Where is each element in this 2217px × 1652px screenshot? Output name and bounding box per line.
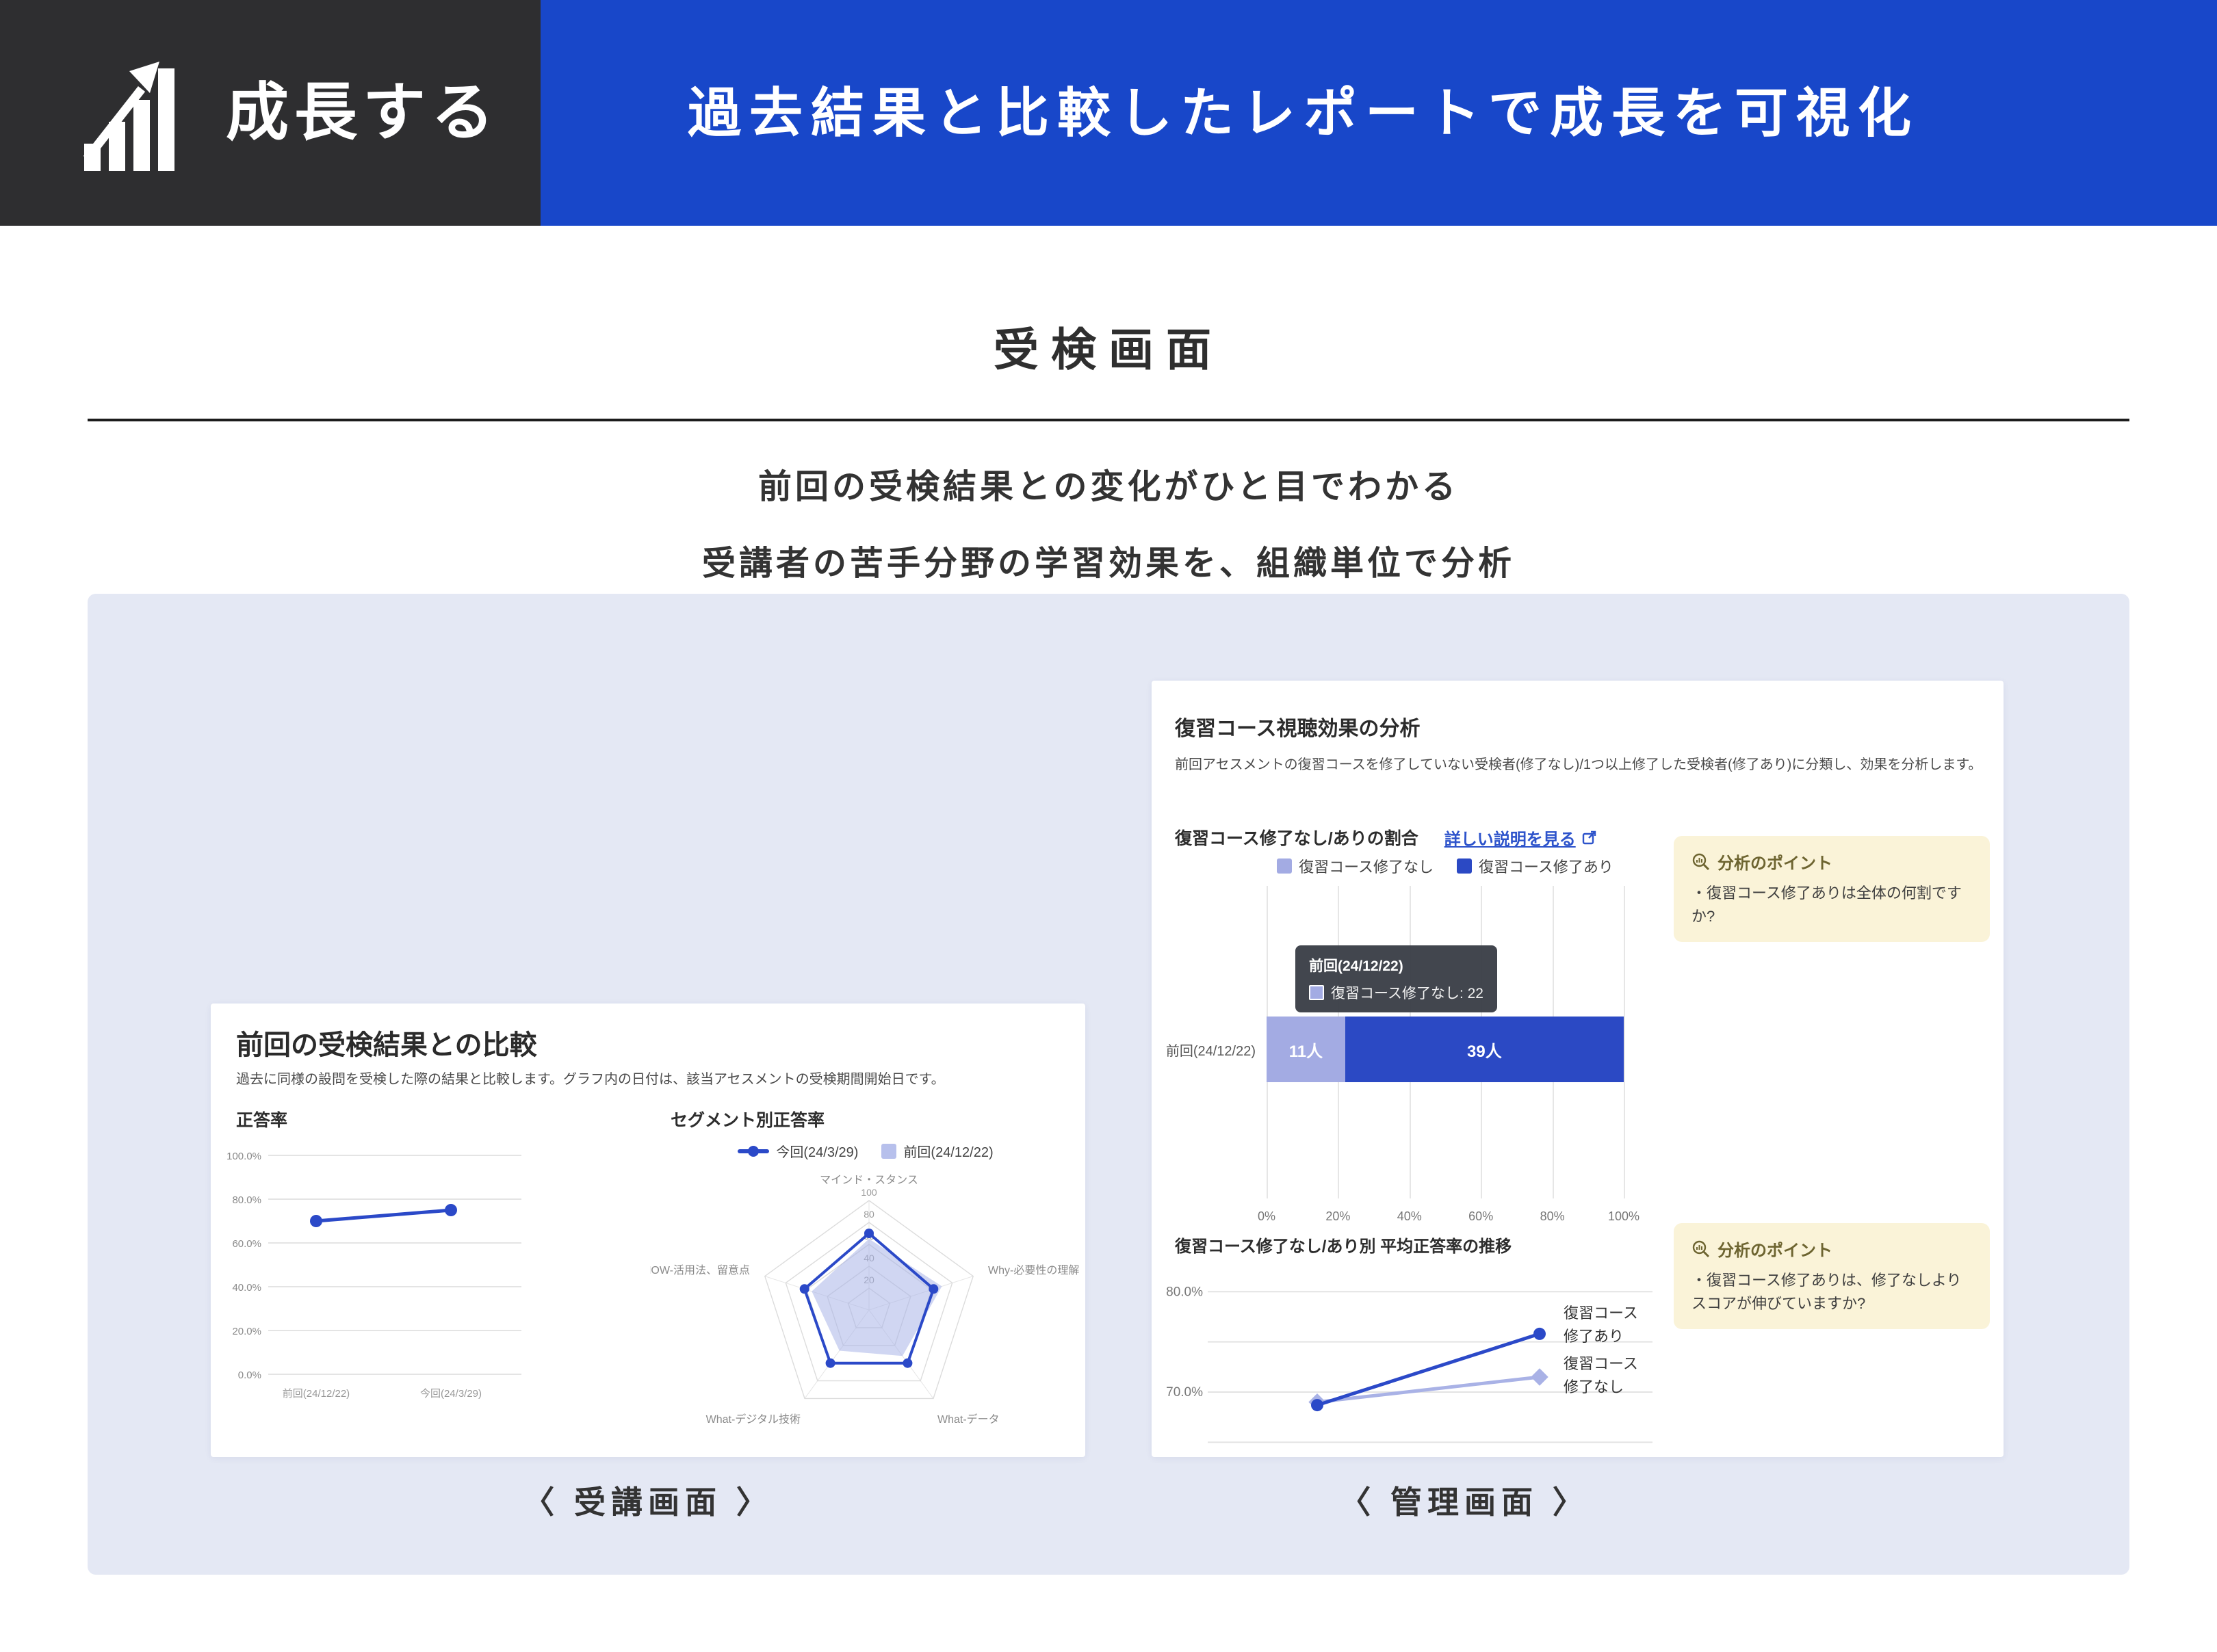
details-link[interactable]: 詳しい説明を見る <box>1444 826 1598 850</box>
bar-legend: 復習コース修了なし 復習コース修了あり <box>1267 855 1624 877</box>
svg-text:0.0%: 0.0% <box>238 1369 261 1381</box>
svg-text:復習コース: 復習コース <box>1564 1355 1638 1372</box>
svg-text:マインド・スタンス: マインド・スタンス <box>820 1174 918 1186</box>
svg-text:100.0%: 100.0% <box>226 1151 261 1162</box>
subtitle-line-1: 前回の受検結果との変化がひと目でわかる <box>0 460 2217 508</box>
title-divider <box>88 419 2129 421</box>
analysis-box-2-bullet: ・復習コース修了ありは、修了なしよりスコアが伸びていますか? <box>1691 1269 1972 1315</box>
svg-text:80.0%: 80.0% <box>1166 1285 1203 1299</box>
segment-radar-chart: 20406080100マインド・スタンスWhy-必要性の理解What-データWh… <box>650 1129 1081 1457</box>
square-marker-icon <box>1277 858 1292 874</box>
bar-x-tick: 40% <box>1397 1209 1422 1224</box>
admin-card-title: 復習コース視聴効果の分析 <box>1175 711 1421 742</box>
student-card-description: 過去に同様の設問を受検した際の結果と比較します。グラフ内の日付は、該当アセスメン… <box>236 1067 1057 1092</box>
bar-gridline <box>1624 886 1625 1198</box>
subtitle-line-2: 受講者の苦手分野の学習効果を、組織単位で分析 <box>0 536 2217 585</box>
svg-text:70.0%: 70.0% <box>1166 1385 1203 1400</box>
segment-chart-title: セグメント別正答率 <box>671 1107 825 1131</box>
svg-text:修了なし: 修了なし <box>1564 1378 1624 1395</box>
square-marker-icon <box>1457 858 1472 874</box>
bar-x-tick: 100% <box>1608 1209 1639 1224</box>
analysis-box-2: 分析のポイント ・復習コース修了ありは、修了なしよりスコアが伸びていますか? <box>1674 1223 1990 1329</box>
svg-text:What-データ: What-データ <box>937 1413 1000 1426</box>
bar-tooltip-value: 復習コース修了なし: 22 <box>1331 982 1483 1003</box>
ratio-section-row: 復習コース修了なし/ありの割合 詳しい説明を見る <box>1175 825 1598 850</box>
bar-tooltip: 前回(24/12/22) 復習コース修了なし: 22 <box>1295 945 1497 1012</box>
caption-admin-screen: 〈 管理画面 〉 <box>1232 1478 1697 1523</box>
svg-text:今回(24/3/29): 今回(24/3/29) <box>420 1388 482 1400</box>
badge-label: 成長する <box>226 0 541 226</box>
svg-text:20.0%: 20.0% <box>232 1326 261 1337</box>
svg-text:HOW-活用法、留意点: HOW-活用法、留意点 <box>650 1263 750 1276</box>
ratio-section-title: 復習コース修了なし/ありの割合 <box>1175 825 1418 850</box>
svg-text:復習コース: 復習コース <box>1564 1304 1638 1322</box>
external-link-icon <box>1581 829 1598 845</box>
student-card-title: 前回の受検結果との比較 <box>236 1023 537 1062</box>
bar-x-tick: 80% <box>1540 1209 1565 1224</box>
accuracy-line-chart: 0.0% 20.0% 40.0% 60.0% 80.0% 100.0% 前回(24/12/2… <box>226 1129 705 1416</box>
trend-section-title: 復習コース修了なし/あり別 平均正答率の推移 <box>1175 1233 1512 1257</box>
svg-text:40.0%: 40.0% <box>232 1282 261 1294</box>
square-marker-icon <box>1309 985 1324 1000</box>
magnifier-chart-icon <box>1691 852 1711 871</box>
svg-text:What-デジタル技術: What-デジタル技術 <box>706 1413 801 1426</box>
bar-x-tick: 20% <box>1325 1209 1350 1224</box>
bar-tooltip-title: 前回(24/12/22) <box>1309 955 1483 975</box>
page-title: 受検画面 <box>0 313 2217 379</box>
analysis-box-1: 分析のポイント ・復習コース修了ありは全体の何割ですか? <box>1674 836 1990 942</box>
analysis-box-1-title: 分析のポイント <box>1717 850 1832 874</box>
svg-text:前回(24/12/22): 前回(24/12/22) <box>283 1388 350 1400</box>
growth-chart-icon <box>75 55 198 171</box>
svg-text:修了あり: 修了あり <box>1564 1328 1624 1345</box>
admin-card-description: 前回アセスメントの復習コースを修了していない受検者(修了なし)/1つ以上修了した… <box>1175 752 1986 777</box>
bar-segment: 39人 <box>1345 1017 1624 1082</box>
svg-text:80: 80 <box>864 1209 874 1220</box>
bar-x-axis: 0%20%40%60%80%100% <box>1267 1209 1624 1230</box>
header-headline: 過去結果と比較したレポートで成長を可視化 <box>688 0 2193 226</box>
bar-legend-none-label: 復習コース修了なし <box>1299 855 1434 877</box>
analysis-box-2-title: 分析のポイント <box>1717 1237 1832 1261</box>
bar-legend-none: 復習コース修了なし <box>1277 855 1434 877</box>
svg-text:60.0%: 60.0% <box>232 1238 261 1250</box>
bar-segment: 11人 <box>1267 1017 1345 1082</box>
bar-category-label: 前回(24/12/22) <box>1122 1017 1256 1082</box>
accuracy-chart-title: 正答率 <box>236 1107 287 1131</box>
svg-text:100: 100 <box>861 1187 877 1198</box>
svg-text:80.0%: 80.0% <box>232 1194 261 1206</box>
bar-x-tick: 60% <box>1468 1209 1493 1224</box>
stacked-bar: 11人39人 <box>1267 1017 1624 1082</box>
magnifier-chart-icon <box>1691 1240 1711 1259</box>
bar-x-tick: 0% <box>1258 1209 1275 1224</box>
bar-legend-done-label: 復習コース修了あり <box>1479 855 1613 877</box>
analysis-box-1-bullet: ・復習コース修了ありは全体の何割ですか? <box>1691 882 1972 928</box>
score-trend-chart: 80.0%70.0%復習コース修了あり復習コース修了なし <box>1163 1269 1690 1454</box>
details-link-label[interactable]: 詳しい説明を見る <box>1444 826 1576 850</box>
bar-legend-done: 復習コース修了あり <box>1457 855 1613 877</box>
caption-student-screen: 〈 受講画面 〉 <box>415 1478 881 1523</box>
svg-text:Why-必要性の理解: Why-必要性の理解 <box>988 1264 1079 1276</box>
